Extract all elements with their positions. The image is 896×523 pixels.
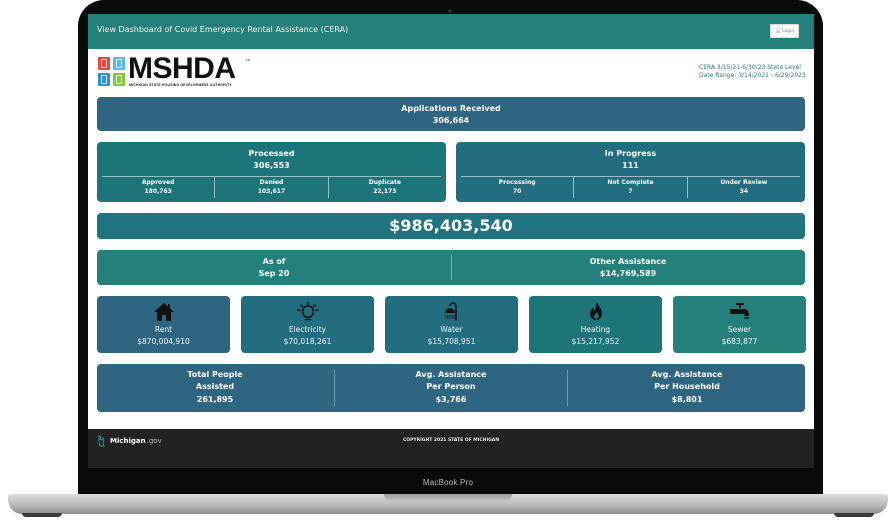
utility-value: $15,708,951: [427, 337, 476, 346]
utility-label: Rent: [154, 325, 173, 334]
total-amount-card: $986,403,540: [97, 213, 805, 239]
mshda-logo[interactable]: MSHDA TM MICHIGAN STATE HOUSING DEVELOPM…: [96, 52, 250, 90]
dashboard-screen: View Dashboard of Covid Emergency Rental…: [88, 14, 814, 468]
shower-icon: [385, 302, 518, 322]
heating-card: Heating $15,217,952: [529, 296, 662, 353]
logo-tiles: [98, 57, 126, 86]
laptop-base-notch: [384, 494, 512, 502]
logo-trademark: TM: [246, 58, 251, 62]
utility-label: Electricity: [288, 325, 327, 334]
stat-value: 261,895: [196, 395, 234, 404]
camera-dot: [448, 9, 452, 13]
utility-value: $70,018,261: [283, 337, 332, 346]
other-assistance-value: $14,769,589: [599, 269, 657, 278]
applications-received-card: Applications Received 306,664: [97, 97, 805, 131]
utility-value: $15,217,952: [571, 337, 620, 346]
stat-value: $3,766: [435, 395, 467, 404]
logo-tagline: MICHIGAN STATE HOUSING DEVELOPMENT AUTHO…: [129, 83, 232, 87]
utility-label: Water: [440, 325, 463, 334]
approved-stat: Approved 180,763: [102, 177, 214, 198]
other-assistance-label: Other Assistance: [589, 257, 667, 266]
duplicate-stat: Duplicate 22,173: [327, 177, 441, 198]
utility-value: $683,877: [721, 337, 758, 346]
stat-label: Avg. Assistance: [651, 370, 723, 379]
people-stats-card: Total People Assisted 261,895 Avg. Assis…: [97, 364, 805, 412]
applications-label: Applications Received: [401, 104, 501, 113]
stat-value: 22,173: [373, 188, 397, 195]
stat-value: 103,617: [257, 188, 286, 195]
stat-value: $8,801: [671, 395, 703, 404]
user-icon: 👤︎: [774, 28, 782, 34]
report-scope: CERA 3/15/21-6/30/23 State Level: [699, 64, 801, 71]
stat-label: Total People: [187, 370, 243, 379]
utility-label: Sewer: [727, 325, 752, 334]
logo-tile-icon: [113, 57, 125, 70]
stat-value: 70: [512, 188, 522, 195]
logo-tile-icon: [98, 73, 110, 86]
stat-label: Processing: [498, 179, 536, 186]
stat-label: Approved: [141, 179, 175, 186]
stat-label: Per Person: [426, 382, 476, 391]
other-assistance-section: Other Assistance $14,769,589: [451, 250, 805, 285]
lightbulb-icon: [241, 302, 374, 322]
faucet-icon: [673, 302, 806, 322]
laptop-foot-left: [22, 513, 62, 517]
sewer-card: Sewer $683,877: [673, 296, 806, 353]
rent-card: Rent $870,004,910: [97, 296, 230, 353]
electricity-card: Electricity $70,018,261: [241, 296, 374, 353]
processing-stat: Processing 70: [461, 177, 573, 198]
water-card: Water $15,708,951: [385, 296, 518, 353]
stat-label: Avg. Assistance: [415, 370, 487, 379]
device-model-label: MacBook Pro: [422, 478, 474, 487]
total-people-assisted: Total People Assisted 261,895: [97, 364, 333, 412]
login-label: Login: [782, 28, 795, 34]
as-of-value: Sep 20: [258, 269, 290, 278]
logo-tile-icon: [98, 57, 110, 70]
copyright-text: COPYRIGHT 2021 STATE OF MICHIGAN: [402, 438, 500, 443]
total-amount-value: $986,403,540: [389, 216, 513, 235]
flame-icon: [529, 302, 662, 322]
processed-value: 306,553: [253, 161, 290, 170]
as-of-section: As of Sep 20: [97, 250, 451, 285]
top-nav-bar: View Dashboard of Covid Emergency Rental…: [88, 14, 814, 49]
utility-label: Heating: [580, 325, 611, 334]
stat-label: Denied: [259, 179, 284, 186]
applications-value: 306,664: [432, 116, 470, 125]
as-of-label: As of: [262, 257, 286, 266]
stat-label: Not Complete: [607, 179, 654, 186]
divider: [567, 370, 568, 406]
laptop-foot-right: [834, 513, 874, 517]
utility-value: $870,004,910: [137, 337, 190, 346]
processed-label: Processed: [248, 149, 295, 158]
avg-assistance-per-household: Avg. Assistance Per Household $8,801: [569, 364, 805, 412]
stat-label: Per Household: [654, 382, 720, 391]
stat-label: Under Review: [720, 179, 768, 186]
in-progress-card: In Progress 111 Processing 70 Not Comple…: [456, 142, 805, 202]
under-review-stat: Under Review 34: [686, 177, 800, 198]
stat-value: 7: [628, 188, 633, 195]
in-progress-value: 111: [622, 161, 639, 170]
stat-value: 34: [739, 188, 748, 195]
as-of-other-assistance-card: As of Sep 20 Other Assistance $14,769,58…: [97, 250, 805, 285]
stat-value: 180,763: [144, 188, 172, 195]
date-range: Date Range: 3/14/2021 - 6/29/2023: [699, 72, 806, 79]
login-button[interactable]: 👤︎ Login: [770, 24, 799, 38]
not-complete-stat: Not Complete 7: [573, 177, 686, 198]
page-footer: Michigan .gov COPYRIGHT 2021 STATE OF MIC…: [88, 429, 814, 468]
denied-stat: Denied 103,617: [214, 177, 327, 198]
logo-tile-icon: [113, 73, 125, 86]
house-icon: [97, 302, 230, 322]
in-progress-label: In Progress: [604, 149, 657, 158]
report-meta: CERA 3/15/21-6/30/23 State Level Date Ra…: [699, 64, 806, 80]
stat-label: Duplicate: [368, 179, 401, 186]
logo-wordmark: MSHDA: [128, 52, 236, 85]
avg-assistance-per-person: Avg. Assistance Per Person $3,766: [333, 364, 569, 412]
page-title: View Dashboard of Covid Emergency Rental…: [97, 25, 349, 34]
stat-label: Assisted: [195, 382, 235, 391]
processed-card: Processed 306,553 Approved 180,763 Denie…: [97, 142, 446, 202]
